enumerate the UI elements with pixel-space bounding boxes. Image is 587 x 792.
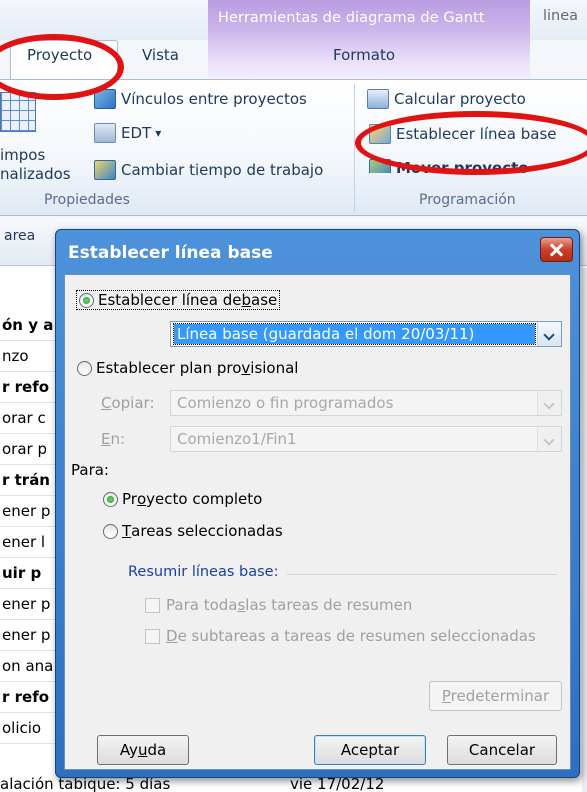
for-label: Para: bbox=[71, 461, 109, 479]
copy-select[interactable]: Comienzo o fin programados bbox=[170, 390, 562, 416]
table-row[interactable]: ener p bbox=[0, 496, 56, 527]
checkbox-box bbox=[145, 628, 160, 644]
set-interim-plan-label-end: isional bbox=[250, 359, 299, 377]
entire-project-radio[interactable]: Pr o yecto completo bbox=[103, 490, 262, 508]
radio-indicator bbox=[77, 360, 92, 376]
table-row[interactable]: ener p bbox=[0, 589, 56, 620]
baseline-select-value: Línea base (guardada el dom 20/03/11) bbox=[173, 323, 536, 345]
sheet-right-edge bbox=[582, 268, 587, 792]
set-baseline-radio-accesskey: b bbox=[241, 291, 252, 309]
change-working-time-button[interactable]: Cambiar tiempo de trabajo bbox=[94, 160, 323, 180]
rollup-all-accesskey: s bbox=[237, 596, 246, 614]
entire-project-accesskey: o bbox=[136, 490, 147, 508]
rollup-all-summary-checkbox[interactable]: Para toda s las tareas de resumen bbox=[145, 596, 412, 614]
radio-indicator bbox=[103, 523, 118, 539]
close-icon[interactable] bbox=[540, 237, 573, 262]
into-label-text: n: bbox=[110, 430, 126, 448]
copy-label: Copiar: bbox=[101, 394, 155, 412]
chevron-down-icon[interactable] bbox=[537, 391, 561, 415]
entire-project-label: Pr bbox=[122, 490, 137, 508]
copy-select-value: Comienzo o fin programados bbox=[177, 394, 394, 412]
copy-label-accesskey: C bbox=[101, 394, 112, 412]
help-label-end: da bbox=[147, 741, 167, 759]
links-between-projects-label: Vínculos entre proyectos bbox=[121, 90, 307, 108]
links-between-projects-button[interactable]: Vínculos entre proyectos bbox=[94, 89, 307, 109]
edt-button[interactable]: EDT ▾ bbox=[94, 123, 161, 143]
set-as-default-button[interactable]: Predeterminar bbox=[429, 681, 562, 711]
calculate-project-label: Calcular proyecto bbox=[394, 90, 526, 108]
table-row[interactable]: r trán bbox=[0, 465, 56, 496]
set-as-default-label: redeterminar bbox=[450, 687, 550, 705]
rollup-subtasks-label: e subtareas a tareas de resumen seleccio… bbox=[177, 627, 536, 645]
into-select-value: Comienzo1/Fin1 bbox=[177, 430, 297, 448]
rollup-all-label: Para toda bbox=[166, 596, 238, 614]
custom-fields-label-line1[interactable]: impos bbox=[0, 146, 45, 164]
selected-tasks-label: areas seleccionadas bbox=[131, 522, 283, 540]
calculate-icon bbox=[367, 89, 389, 109]
change-working-time-label: Cambiar tiempo de trabajo bbox=[121, 161, 324, 179]
set-interim-plan-accesskey: v bbox=[241, 359, 251, 377]
table-row[interactable]: ener p bbox=[0, 620, 56, 651]
chevron-down-icon: ▾ bbox=[155, 126, 162, 140]
entire-project-label-end: yecto completo bbox=[146, 490, 263, 508]
sheet-column-header: area bbox=[4, 228, 36, 244]
table-row[interactable]: uir p bbox=[0, 558, 56, 589]
set-baseline-dialog: Establecer línea base Establecer línea d… bbox=[55, 229, 580, 778]
document-title: linea bbox=[543, 8, 579, 24]
chevron-down-icon[interactable] bbox=[537, 427, 561, 451]
table-row[interactable]: ener l bbox=[0, 527, 56, 558]
selected-tasks-radio[interactable]: Tareas seleccionadas bbox=[103, 522, 283, 540]
edt-label: EDT bbox=[121, 124, 152, 142]
custom-fields-label-line2[interactable]: nalizados bbox=[0, 165, 71, 183]
calendar-icon bbox=[94, 160, 116, 180]
set-interim-plan-radio[interactable]: Establecer plan pro v isional bbox=[77, 359, 298, 377]
set-as-default-accesskey: P bbox=[441, 687, 451, 705]
into-label: En: bbox=[101, 430, 125, 448]
group-label-propiedades: Propiedades bbox=[44, 192, 130, 208]
rollup-section-title: Resumir líneas base: bbox=[128, 564, 279, 580]
set-baseline-radio-label-end: ase bbox=[251, 291, 278, 309]
table-row[interactable]: orar c bbox=[0, 403, 56, 434]
calculate-project-button[interactable]: Calcular proyecto bbox=[367, 89, 526, 109]
table-row[interactable]: nzo bbox=[0, 341, 56, 372]
context-tab-title: Herramientas de diagrama de Gantt bbox=[218, 10, 485, 26]
into-select[interactable]: Comienzo1/Fin1 bbox=[170, 426, 562, 452]
rollup-all-label-end: las tareas de resumen bbox=[245, 596, 413, 614]
checkbox-box bbox=[145, 597, 160, 613]
dialog-title: Establecer línea base bbox=[68, 243, 273, 263]
copy-label-text: opiar: bbox=[111, 394, 155, 412]
annotation-circle-set-baseline bbox=[355, 111, 587, 175]
radio-checked-indicator bbox=[103, 491, 118, 507]
rollup-subtasks-checkbox[interactable]: De subtareas a tareas de resumen selecci… bbox=[145, 627, 536, 645]
edt-icon bbox=[94, 123, 116, 143]
table-row[interactable]: olicio bbox=[0, 713, 56, 744]
table-row[interactable]: ón y a bbox=[0, 310, 56, 341]
selected-tasks-accesskey: T bbox=[122, 522, 132, 540]
radio-checked-indicator bbox=[79, 292, 94, 308]
help-button[interactable]: Ayuda bbox=[97, 735, 189, 765]
rollup-subtasks-accesskey: D bbox=[166, 627, 178, 645]
rollup-divider bbox=[287, 574, 557, 575]
chevron-down-icon[interactable] bbox=[537, 322, 561, 346]
ok-button[interactable]: Aceptar bbox=[314, 735, 426, 765]
group-label-programacion: Programación bbox=[419, 192, 516, 208]
tab-formato[interactable]: Formato bbox=[333, 46, 395, 64]
table-row[interactable]: r refo bbox=[0, 682, 56, 713]
cancel-button[interactable]: Cancelar bbox=[447, 735, 557, 765]
set-baseline-radio-label: Establecer línea de bbox=[98, 291, 242, 309]
table-row[interactable]: orar p bbox=[0, 434, 56, 465]
table-row[interactable]: on ana bbox=[0, 651, 56, 682]
set-interim-plan-label: Establecer plan pro bbox=[96, 359, 242, 377]
tab-vista[interactable]: Vista bbox=[142, 46, 179, 64]
table-row[interactable]: r refo bbox=[0, 372, 56, 403]
set-baseline-radio[interactable]: Establecer línea de b ase bbox=[75, 290, 281, 310]
group-separator bbox=[354, 84, 355, 212]
baseline-select[interactable]: Línea base (guardada el dom 20/03/11) bbox=[170, 321, 562, 347]
help-label: Ay bbox=[119, 741, 138, 759]
dialog-body: Establecer línea de b ase Línea base (gua… bbox=[64, 274, 571, 770]
